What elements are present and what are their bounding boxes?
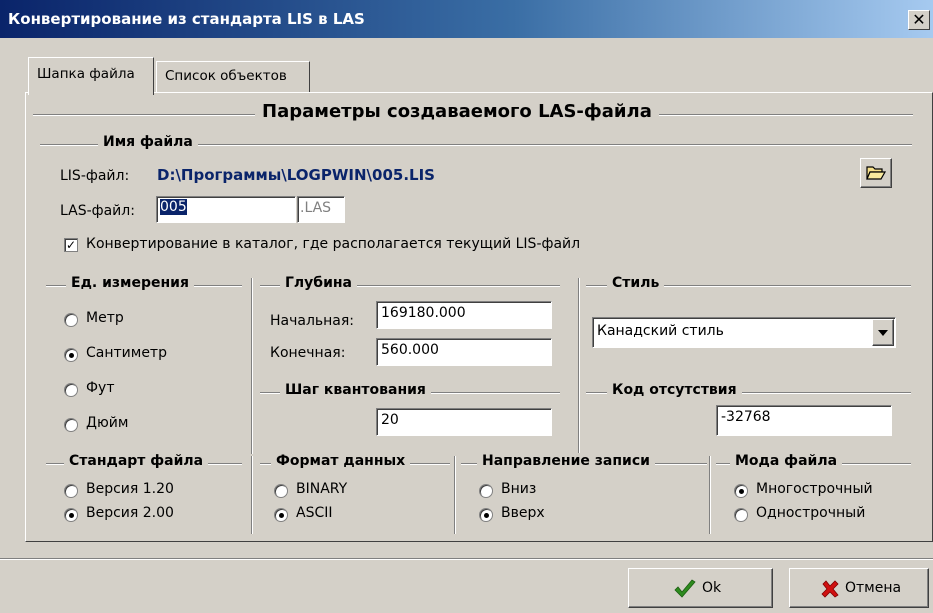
format-label-ascii: ASCII xyxy=(296,505,333,521)
null-code-group-title: Код отсутствия xyxy=(607,382,742,398)
units-label-foot: Фут xyxy=(86,380,115,396)
cancel-button[interactable]: Отмена xyxy=(789,568,929,608)
units-radio-meter[interactable] xyxy=(64,313,78,327)
depth-start-label: Начальная: xyxy=(270,313,355,329)
direction-radio-up[interactable] xyxy=(479,508,493,522)
footer-divider xyxy=(0,558,933,560)
checkmark-icon: ✓ xyxy=(65,238,77,252)
depth-end-value: 560.000 xyxy=(381,342,439,358)
standard-radio-v120[interactable] xyxy=(64,484,78,498)
convert-to-dir-label: Конвертирование в каталог, где располага… xyxy=(86,236,581,252)
direction-label-up: Вверх xyxy=(501,505,545,521)
step-value: 20 xyxy=(381,412,399,428)
tab-file-header[interactable]: Шапка файла xyxy=(28,57,154,95)
depth-end-label: Конечная: xyxy=(270,345,346,361)
page-title: Параметры создаваемого LAS-файла xyxy=(255,101,659,122)
null-code-input[interactable]: -32768 xyxy=(716,405,892,436)
browse-button[interactable] xyxy=(860,158,892,188)
ok-label: Ok xyxy=(702,580,722,596)
format-radio-binary[interactable] xyxy=(274,484,288,498)
chevron-down-icon xyxy=(878,330,888,336)
filename-group-title: Имя файла xyxy=(98,134,198,150)
standard-label-v200: Версия 2.00 xyxy=(86,505,174,521)
style-selected-value: Канадский стиль xyxy=(597,323,724,339)
window-title: Конвертирование из стандарта LIS в LAS xyxy=(8,10,365,28)
vertical-divider xyxy=(251,278,253,454)
ok-button[interactable]: Ok xyxy=(628,568,773,608)
folder-open-icon xyxy=(866,166,887,180)
title-bar: Конвертирование из стандарта LIS в LAS ✕ xyxy=(0,0,933,38)
las-file-label: LAS-файл: xyxy=(60,203,135,219)
style-group-title: Стиль xyxy=(607,275,665,291)
depth-group-title: Глубина xyxy=(280,275,358,291)
depth-start-input[interactable]: 169180.000 xyxy=(376,301,552,329)
tab-label: Список объектов xyxy=(165,68,287,84)
style-select[interactable]: Канадский стиль xyxy=(592,317,896,348)
las-extension: .LAS xyxy=(300,200,332,216)
mode-radio-singleline[interactable] xyxy=(734,508,748,522)
units-radio-centimeter[interactable] xyxy=(64,348,78,362)
units-radio-foot[interactable] xyxy=(64,383,78,397)
null-code-value: -32768 xyxy=(721,409,771,425)
standard-radio-v200[interactable] xyxy=(64,508,78,522)
units-label-centimeter: Сантиметр xyxy=(86,345,167,361)
units-label-inch: Дюйм xyxy=(86,415,129,431)
lis-file-path: D:\Программы\LOGPWIN\005.LIS xyxy=(157,166,435,184)
format-label-binary: BINARY xyxy=(296,481,348,497)
las-file-value: 005 xyxy=(160,199,187,215)
mode-label-singleline: Однострочный xyxy=(756,505,866,521)
depth-start-value: 169180.000 xyxy=(381,305,466,321)
vertical-divider xyxy=(578,278,580,454)
close-button[interactable]: ✕ xyxy=(908,10,930,30)
format-radio-ascii[interactable] xyxy=(274,508,288,522)
vertical-divider xyxy=(709,456,711,534)
mode-radio-multiline[interactable] xyxy=(734,484,748,498)
direction-group-title: Направление записи xyxy=(477,453,655,469)
checkmark-icon xyxy=(674,579,696,598)
format-group-title: Формат данных xyxy=(271,453,411,469)
tab-objects-list[interactable]: Список объектов xyxy=(156,61,310,93)
direction-label-down: Вниз xyxy=(501,481,537,497)
standard-group-title: Стандарт файла xyxy=(64,453,209,469)
vertical-divider xyxy=(454,456,456,534)
units-label-meter: Метр xyxy=(86,310,124,326)
standard-label-v120: Версия 1.20 xyxy=(86,481,174,497)
depth-end-input[interactable]: 560.000 xyxy=(376,338,552,366)
step-input[interactable]: 20 xyxy=(376,408,552,436)
tab-label: Шапка файла xyxy=(37,66,135,82)
mode-group-title: Мода файла xyxy=(730,453,843,469)
las-file-input[interactable]: 005 xyxy=(156,196,296,223)
convert-to-dir-checkbox[interactable]: ✓ xyxy=(64,238,78,252)
lis-file-label: LIS-файл: xyxy=(60,168,130,184)
units-radio-inch[interactable] xyxy=(64,418,78,432)
las-extension-field: .LAS xyxy=(297,196,345,223)
direction-radio-down[interactable] xyxy=(479,484,493,498)
units-group-title: Ед. измерения xyxy=(66,275,194,291)
vertical-divider xyxy=(251,456,253,534)
step-group-title: Шаг квантования xyxy=(280,382,431,398)
close-icon: ✕ xyxy=(912,10,926,29)
mode-label-multiline: Многострочный xyxy=(756,481,873,497)
cancel-label: Отмена xyxy=(845,580,902,596)
cross-icon xyxy=(821,580,839,598)
style-dropdown-button[interactable] xyxy=(872,319,894,346)
